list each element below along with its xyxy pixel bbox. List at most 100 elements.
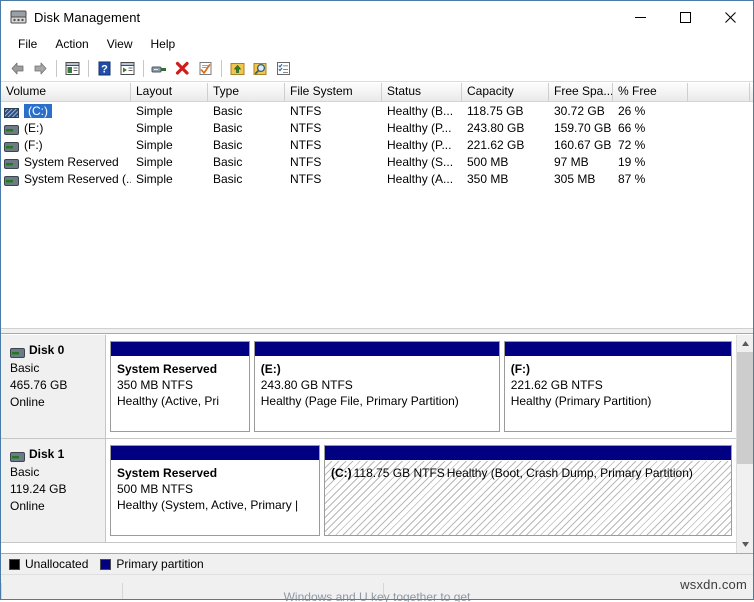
- menu-help[interactable]: Help: [142, 35, 185, 53]
- cell-layout: Simple: [131, 171, 208, 187]
- volume-row[interactable]: System Reserved (...SimpleBasicNTFSHealt…: [1, 170, 753, 187]
- column-header-status[interactable]: Status: [382, 83, 462, 101]
- properties-check-icon[interactable]: [194, 57, 217, 79]
- view-options-icon[interactable]: [272, 57, 295, 79]
- scroll-down-arrow-icon[interactable]: [737, 536, 753, 553]
- drive-icon: [4, 123, 19, 133]
- partition-status: Healthy (System, Active, Primary |: [117, 497, 319, 513]
- volume-list-body[interactable]: (C:)SimpleBasicNTFSHealthy (B...118.75 G…: [1, 102, 753, 328]
- hatched-drive-icon: [4, 106, 19, 116]
- column-header-volume[interactable]: Volume: [1, 83, 131, 101]
- graphical-view-scrollbar[interactable]: [736, 335, 753, 553]
- cell-status: Healthy (P...: [382, 137, 462, 153]
- menu-action[interactable]: Action: [46, 35, 97, 53]
- disk-row[interactable]: Disk 1Basic119.24 GBOnlineSystem Reserve…: [1, 439, 736, 543]
- cell-percent-free: 87 %: [613, 171, 688, 187]
- disk-title: Disk 0: [10, 342, 105, 359]
- volume-row[interactable]: System ReservedSimpleBasicNTFSHealthy (S…: [1, 153, 753, 170]
- partition-name: (F:): [511, 361, 731, 377]
- show-action-pane-icon[interactable]: [116, 57, 139, 79]
- scrollbar-thumb[interactable]: [737, 352, 753, 464]
- disk-drive-icon: [10, 10, 27, 25]
- cell-layout: Simple: [131, 154, 208, 170]
- volume-name: System Reserved (...: [24, 171, 131, 187]
- cell-percent-free: 66 %: [613, 120, 688, 136]
- partition-name: (C:): [331, 465, 354, 481]
- column-header-file-system[interactable]: File System: [285, 83, 382, 101]
- column-header-layout[interactable]: Layout: [131, 83, 208, 101]
- disk-info-panel[interactable]: Disk 1Basic119.24 GBOnline: [1, 439, 106, 542]
- cell-layout: Simple: [131, 103, 208, 119]
- scroll-up-arrow-icon[interactable]: [737, 335, 753, 352]
- disk-list: Disk 0Basic465.76 GBOnlineSystem Reserve…: [1, 335, 736, 553]
- disk-name: Disk 1: [29, 446, 64, 463]
- export-list-icon[interactable]: [226, 57, 249, 79]
- delete-icon[interactable]: [171, 57, 194, 79]
- column-header-free-spa[interactable]: Free Spa...: [549, 83, 613, 101]
- cell-file-system: NTFS: [285, 171, 382, 187]
- minimize-icon: [635, 12, 646, 23]
- scrollbar-track[interactable]: [737, 352, 753, 536]
- partition-details: (F:)221.62 GB NTFSHealthy (Primary Parti…: [505, 357, 731, 431]
- partition-block[interactable]: (F:)221.62 GB NTFSHealthy (Primary Parti…: [504, 341, 732, 432]
- search-icon[interactable]: [249, 57, 272, 79]
- legend-item: Primary partition: [100, 557, 203, 571]
- legend-swatch: [9, 559, 20, 570]
- partition-size-fs: 350 MB NTFS: [117, 377, 249, 393]
- toolbar: ?: [1, 55, 753, 82]
- window-title: Disk Management: [34, 10, 140, 25]
- column-header-capacity[interactable]: Capacity: [462, 83, 549, 101]
- cell-type: Basic: [208, 154, 285, 170]
- toolbar-separator: [56, 60, 57, 77]
- cell-file-system: NTFS: [285, 120, 382, 136]
- drive-icon: [10, 450, 25, 460]
- legend-bar: UnallocatedPrimary partition: [1, 553, 753, 574]
- menu-view[interactable]: View: [98, 35, 142, 53]
- volume-row[interactable]: (C:)SimpleBasicNTFSHealthy (B...118.75 G…: [1, 102, 753, 119]
- disk-row[interactable]: Disk 0Basic465.76 GBOnlineSystem Reserve…: [1, 335, 736, 439]
- cell-layout: Simple: [131, 137, 208, 153]
- cell-layout: Simple: [131, 120, 208, 136]
- maximize-button[interactable]: [663, 1, 708, 33]
- cell-capacity: 500 MB: [462, 154, 549, 170]
- disk-info-panel[interactable]: Disk 0Basic465.76 GBOnline: [1, 335, 106, 438]
- volume-row[interactable]: (E:)SimpleBasicNTFSHealthy (P...243.80 G…: [1, 119, 753, 136]
- partition-status: Healthy (Boot, Crash Dump, Primary Parti…: [447, 465, 695, 481]
- cell-status: Healthy (B...: [382, 103, 462, 119]
- partition-block[interactable]: System Reserved350 MB NTFSHealthy (Activ…: [110, 341, 250, 432]
- minimize-button[interactable]: [618, 1, 663, 33]
- volume-list-pane: VolumeLayoutTypeFile SystemStatusCapacit…: [1, 82, 753, 328]
- menu-file[interactable]: File: [9, 35, 46, 53]
- partition-details: System Reserved350 MB NTFSHealthy (Activ…: [111, 357, 249, 431]
- rescan-disks-icon[interactable]: [148, 57, 171, 79]
- show-console-tree-icon[interactable]: [61, 57, 84, 79]
- partition-strip: System Reserved500 MB NTFSHealthy (Syste…: [106, 439, 736, 542]
- column-header-free[interactable]: % Free: [613, 83, 688, 101]
- cell-file-system: NTFS: [285, 137, 382, 153]
- partition-block[interactable]: (C:)118.75 GB NTFSHealthy (Boot, Crash D…: [324, 445, 732, 536]
- volume-list-header: VolumeLayoutTypeFile SystemStatusCapacit…: [1, 83, 753, 102]
- column-header-blank[interactable]: [688, 83, 750, 101]
- partition-size-fs: 243.80 GB NTFS: [261, 377, 499, 393]
- help-icon[interactable]: ?: [93, 57, 116, 79]
- volume-row[interactable]: (F:)SimpleBasicNTFSHealthy (P...221.62 G…: [1, 136, 753, 153]
- partition-block[interactable]: (E:)243.80 GB NTFSHealthy (Page File, Pr…: [254, 341, 500, 432]
- forward-arrow-icon[interactable]: [29, 57, 52, 79]
- cell-type: Basic: [208, 171, 285, 187]
- cell-volume: (F:): [1, 137, 131, 153]
- partition-details: System Reserved500 MB NTFSHealthy (Syste…: [111, 461, 319, 535]
- partition-color-bar: [255, 342, 499, 357]
- cell-file-system: NTFS: [285, 154, 382, 170]
- close-button[interactable]: [708, 1, 753, 33]
- disk-name: Disk 0: [29, 342, 64, 359]
- column-header-type[interactable]: Type: [208, 83, 285, 101]
- volume-name: (F:): [24, 137, 43, 153]
- partition-size-fs: 500 MB NTFS: [117, 481, 319, 497]
- toolbar-separator: [221, 60, 222, 77]
- partition-name: (E:): [261, 361, 499, 377]
- partition-block[interactable]: System Reserved500 MB NTFSHealthy (Syste…: [110, 445, 320, 536]
- cell-file-system: NTFS: [285, 103, 382, 119]
- back-arrow-icon[interactable]: [6, 57, 29, 79]
- disk-size: 465.76 GB: [10, 377, 105, 394]
- legend-label: Primary partition: [116, 557, 203, 571]
